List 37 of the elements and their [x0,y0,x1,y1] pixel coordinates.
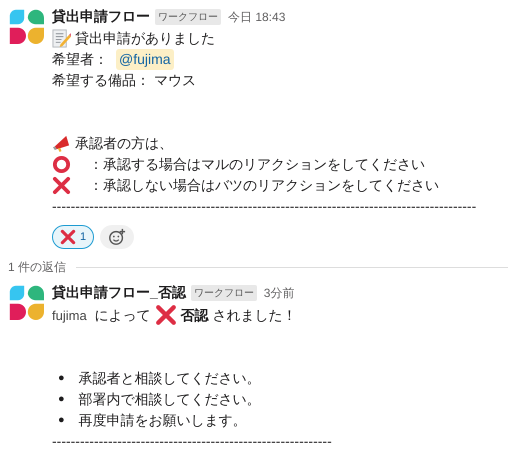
verdict-text: 否認 [180,306,209,324]
message-text: ：承認する場合はマルのリアクションをしてください [89,155,425,174]
user-mention[interactable]: @fujima [116,49,174,70]
list-item-text: 再度申請をお願いします。 [78,411,247,430]
bullet-mark: ● [58,413,65,428]
cross-icon [60,229,76,245]
circle-icon [52,155,71,174]
message-text: 希望する備品： マウス [52,71,196,90]
app-badge: ワークフロー [155,9,221,25]
add-emoji-icon [108,228,126,246]
timestamp[interactable]: 今日 18:43 [228,8,286,26]
list-item-text: 承認者と相談してください。 [78,369,261,388]
app-logo-icon [8,284,44,320]
message-text: 承認者の方は、 [75,134,173,153]
reaction-pill[interactable]: 1 [52,225,94,249]
message-text: されました！ [212,306,297,324]
message-text: ：承認しない場合はバツのリアクションをしてください [89,176,439,195]
reply-count[interactable]: 1 件の返信 [8,259,66,276]
user-name[interactable]: fujima [52,304,87,326]
megaphone-icon [52,134,71,153]
cross-icon [52,176,71,195]
message-text: によって [94,306,151,324]
message-text: ------------------------------------------------------------ [52,432,332,451]
app-logo-icon [8,8,44,44]
add-reaction-button[interactable] [100,225,134,249]
app-badge: ワークフロー [190,285,257,301]
timestamp[interactable]: 3分前 [264,284,294,302]
message-text: ------------------------------------------------------------------------------------------- [52,197,476,216]
field-label: 希望者： [52,50,108,69]
bullet-mark: ● [58,371,65,386]
sender-name[interactable]: 貸出申請フロー_否認 [52,284,186,302]
sender-name[interactable]: 貸出申請フロー [52,8,150,26]
message-text: 貸出申請がありました [75,29,215,48]
bullet-mark: ● [58,392,65,407]
cross-icon [154,304,177,326]
memo-icon [52,29,71,48]
list-item-text: 部署内で相談してください。 [78,390,261,409]
